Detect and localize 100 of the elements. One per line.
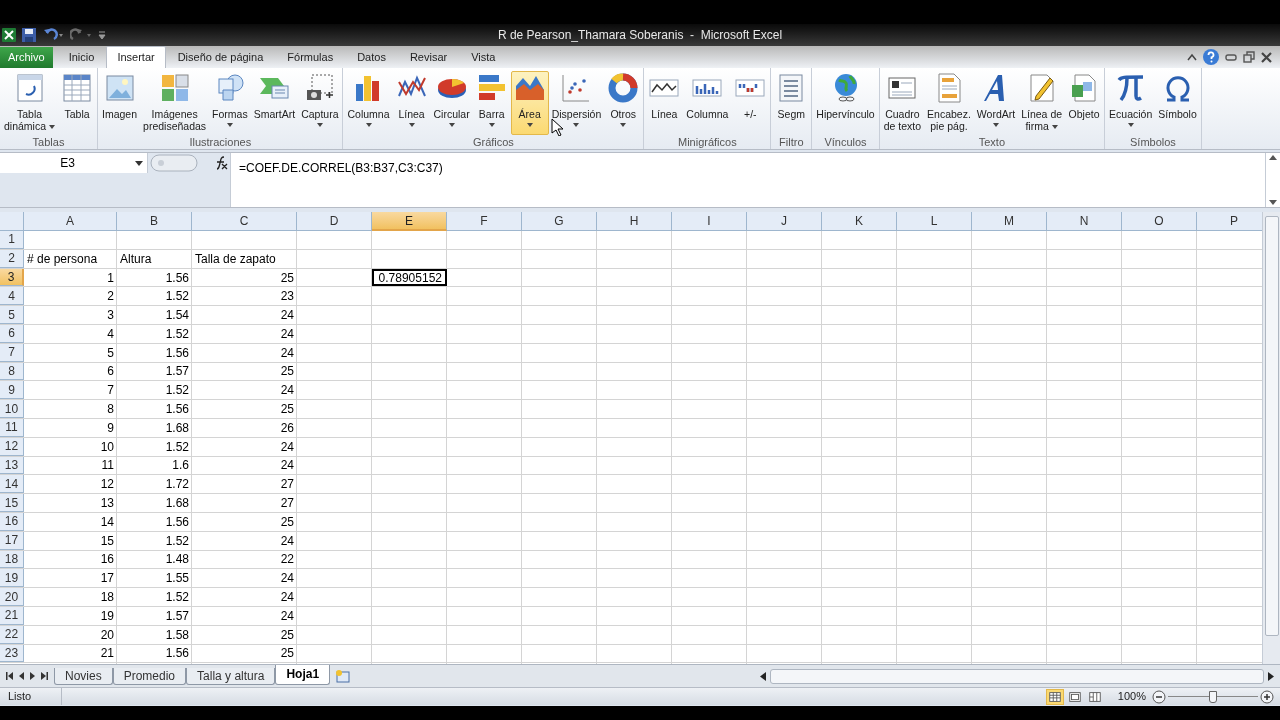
table-cell-text: 16 (99, 551, 115, 569)
row-header[interactable]: 1 (0, 231, 24, 249)
column-header[interactable]: L (897, 212, 972, 231)
table-cell-text: 8 (106, 401, 115, 418)
row-header[interactable]: 4 (0, 287, 24, 306)
table-cell-text: 6 (106, 363, 115, 381)
row-header[interactable]: 14 (0, 475, 24, 494)
ribbon-button[interactable]: Tabla (58, 71, 97, 135)
sheet-tab[interactable]: Talla y altura (186, 667, 276, 685)
ribbon-button[interactable]: Segm (772, 71, 811, 135)
zoom-slider-thumb[interactable] (1209, 690, 1217, 703)
vertical-scrollbar-thumb[interactable] (1264, 216, 1279, 636)
scroll-left-icon[interactable] (760, 671, 766, 681)
ribbon-tab[interactable]: Revisar (397, 47, 460, 68)
ribbon-button[interactable]: Tabla dinámica (1, 71, 59, 135)
ribbon-button[interactable]: Formas (209, 71, 251, 135)
zoom-in-icon[interactable] (1260, 689, 1274, 704)
table-cell-text: 1.52 (164, 325, 190, 343)
column-header[interactable]: I (672, 212, 747, 231)
first-sheet-icon[interactable] (6, 672, 13, 680)
ribbon-tab[interactable]: Diseño de página (165, 47, 276, 68)
scroll-up-icon[interactable] (1269, 155, 1277, 160)
ribbon-button[interactable]: Área (510, 71, 549, 135)
scroll-right-icon[interactable] (1268, 671, 1274, 681)
row-header[interactable]: 15 (0, 494, 24, 512)
ribbon-tab[interactable]: Fórmulas (275, 47, 346, 68)
ribbon-button[interactable]: Línea (392, 71, 431, 135)
column-header[interactable]: N (1047, 212, 1122, 231)
row-header[interactable]: 9 (0, 381, 24, 400)
restore-icon[interactable] (1243, 51, 1255, 63)
column-header[interactable]: C (192, 212, 297, 231)
insert-function-icon[interactable] (214, 156, 228, 170)
ribbon-button[interactable]: Captura (298, 71, 342, 135)
save-icon[interactable] (22, 28, 36, 42)
column-header[interactable]: H (597, 212, 672, 231)
last-sheet-icon[interactable] (41, 672, 48, 680)
ribbon-tab[interactable]: Insertar (106, 46, 166, 68)
ribbon-button[interactable]: Encabez. pie pág. (924, 71, 974, 135)
column-header[interactable]: M (972, 212, 1047, 231)
column-header[interactable]: A (24, 212, 117, 231)
previous-sheet-icon[interactable] (19, 672, 24, 680)
image-icon (103, 72, 136, 104)
row-header[interactable]: 5 (0, 306, 24, 324)
ribbon-button[interactable]: Línea (645, 71, 684, 135)
ribbon-button[interactable]: Símbolo (1155, 71, 1200, 135)
sheet-tab[interactable]: Novies (54, 667, 113, 685)
ribbon-button[interactable]: Imagen (99, 71, 141, 135)
collapse-ribbon-icon[interactable] (1187, 53, 1197, 61)
minimize-icon[interactable] (1225, 53, 1237, 61)
column-header[interactable]: J (747, 212, 822, 231)
column-header[interactable]: O (1122, 212, 1197, 231)
ribbon-button[interactable]: Hipervínculo (813, 71, 878, 135)
column-header[interactable]: F (447, 212, 522, 231)
normal-view-icon[interactable] (1045, 688, 1064, 705)
excel-logo-icon[interactable] (2, 28, 16, 42)
row-header[interactable]: 10 (0, 400, 24, 418)
ribbon-button[interactable]: Cuadro de texto (880, 71, 925, 135)
scroll-down-icon[interactable] (1269, 200, 1277, 205)
ribbon-button[interactable]: Ecuación (1106, 71, 1156, 135)
column-header[interactable]: K (822, 212, 897, 231)
ribbon-tab[interactable]: Datos (345, 47, 398, 68)
ribbon-button[interactable]: Objeto (1065, 71, 1104, 135)
help-icon[interactable] (1203, 49, 1219, 65)
column-header[interactable]: P (1197, 212, 1262, 231)
ribbon-button[interactable]: WordArt (973, 71, 1019, 135)
ribbon-button[interactable]: +/- (731, 71, 770, 135)
sheet-tab[interactable]: Hoja1 (275, 664, 331, 685)
zoom-slider[interactable] (1168, 689, 1258, 704)
row-header[interactable]: 20 (0, 588, 24, 606)
ribbon-button[interactable]: Imágenes prediseñadas (140, 71, 210, 135)
ribbon-button[interactable]: Columna (344, 71, 393, 135)
ribbon-button[interactable]: Columna (683, 71, 732, 135)
customize-toolbar-icon[interactable] (98, 28, 106, 42)
redo-icon[interactable] (70, 28, 92, 42)
ribbon-button[interactable]: Dispersión (548, 71, 605, 135)
horizontal-scrollbar-thumb[interactable] (770, 668, 1264, 684)
resize-handle-icon[interactable] (150, 154, 198, 172)
formula-field[interactable]: =COEF.DE.CORREL(B3:B37,C3:C37) (230, 153, 1265, 207)
ribbon-button[interactable]: Otros (604, 71, 643, 135)
next-sheet-icon[interactable] (30, 672, 35, 680)
zoom-out-icon[interactable] (1152, 689, 1166, 704)
column-header[interactable]: B (117, 212, 192, 231)
row-header[interactable]: 19 (0, 569, 24, 588)
table-cell-text: 25 (279, 363, 295, 381)
file-tab[interactable]: Archivo (0, 47, 53, 68)
column-header[interactable]: G (522, 212, 597, 231)
sheet-tab[interactable]: Promedio (112, 667, 187, 685)
column-header[interactable]: E (372, 212, 447, 231)
table-cell-text: 13 (99, 495, 115, 512)
ribbon-tab[interactable]: Inicio (56, 47, 107, 68)
ribbon-button[interactable]: Línea de firma (1018, 71, 1066, 135)
ribbon-button[interactable]: Barra (472, 71, 511, 135)
close-icon[interactable] (1261, 51, 1272, 63)
ribbon-button[interactable]: Circular (430, 71, 473, 135)
zoom-level[interactable]: 100% (1117, 688, 1146, 705)
ribbon-tab[interactable]: Vista (459, 47, 508, 68)
ribbon-button[interactable]: SmartArt (250, 71, 299, 135)
undo-icon[interactable] (42, 28, 64, 42)
name-box[interactable]: E3 (0, 153, 148, 173)
column-header[interactable]: D (297, 212, 372, 231)
